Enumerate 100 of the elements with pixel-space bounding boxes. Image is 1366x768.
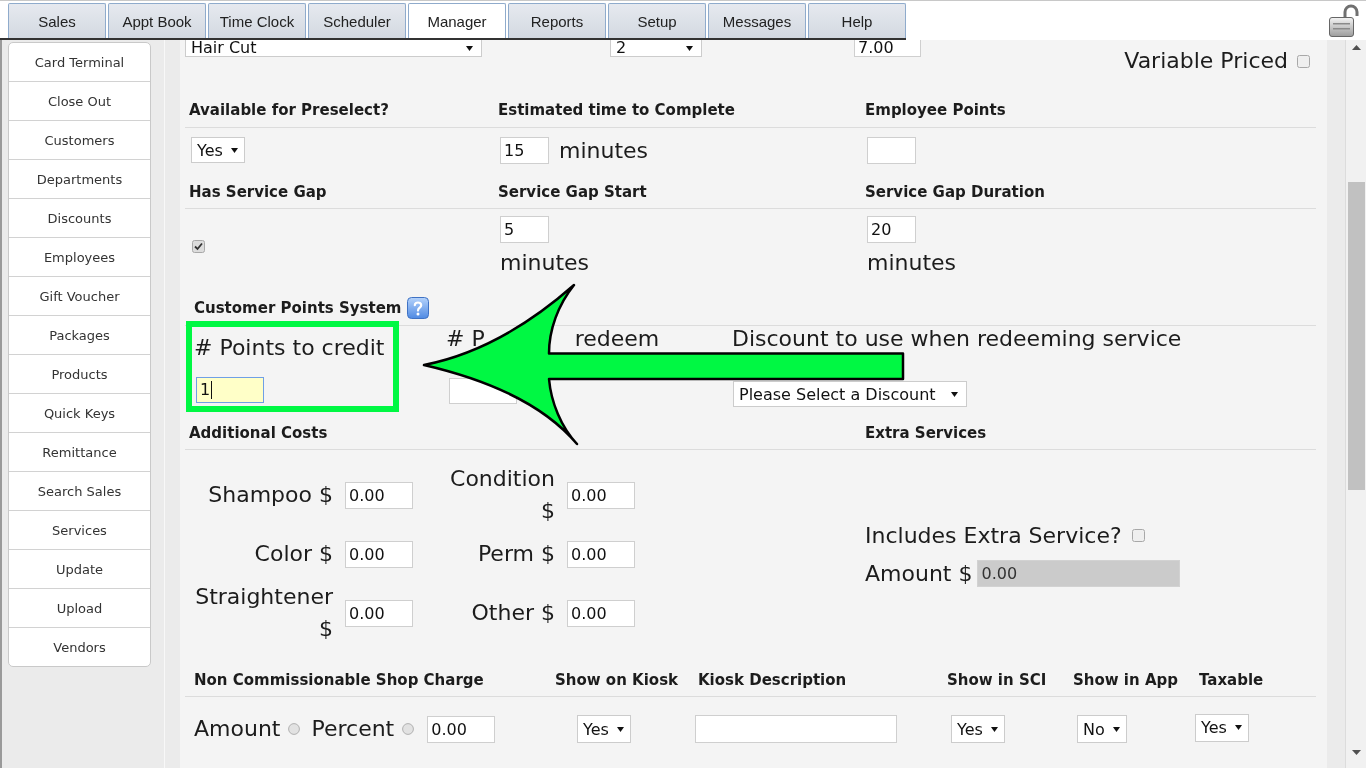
input-field[interactable] [867,137,916,164]
tab[interactable]: Time Clock [208,3,306,38]
input-field[interactable]: 5 [500,216,549,243]
input-field[interactable]: 0.00 [567,540,635,568]
section-heading: Customer Points System [194,298,402,319]
field-heading: Available for Preselect? [189,100,390,120]
field-heading: Service Gap Start [498,182,648,202]
input-field[interactable]: 0.00 [345,481,413,509]
input-field[interactable]: 1 [196,377,264,403]
text-cursor-icon [211,381,213,399]
field-label: # Points to credit [194,334,385,362]
field-label: Condition $ [449,465,555,525]
checkbox-label: Includes Extra Service? [865,521,1122,550]
sidebar-item[interactable]: Departments [9,159,150,198]
sidebar-item[interactable]: Discounts [9,198,150,237]
caret-icon [1112,726,1120,732]
input-field[interactable]: 0.00 [345,540,413,568]
scrollbar-thumb[interactable] [1347,182,1365,490]
section-heading: Extra Services [865,423,988,444]
sidebar-item[interactable]: Card Terminal [9,43,150,81]
column-heading: Show in SCI [947,670,1048,690]
tab[interactable]: Reports [508,3,606,38]
field-label: Shampoo $ [207,481,333,509]
caret-icon [616,726,624,732]
checkbox[interactable] [1297,54,1310,68]
field-label: Color $ [253,540,333,568]
input-field[interactable]: 0.00 [427,715,496,743]
input-field[interactable]: 0.00 [567,599,635,627]
sidebar-item[interactable]: Gift Voucher [9,276,150,315]
sidebar-item[interactable]: Upload [9,588,150,627]
tab[interactable]: Setup [608,3,706,38]
column-heading: Kiosk Description [698,670,848,690]
unit-label: minutes [867,249,957,277]
field-label: Perm $ [476,540,555,568]
radio-label: Amount [194,715,281,743]
caret-icon [466,45,473,51]
radio-label: Percent [311,715,395,743]
scrollbar[interactable] [1345,40,1366,768]
field-label: Other $ [470,599,555,627]
radio-button[interactable] [402,723,415,735]
sidebar-item[interactable]: Search Sales [9,471,150,510]
scroll-up-icon[interactable] [1351,45,1361,50]
dropdown[interactable]: 2 [610,40,702,57]
input-field[interactable] [695,715,897,743]
section-heading: Additional Costs [189,423,329,444]
sidebar-item[interactable]: Services [9,510,150,549]
caret-icon [230,147,238,153]
field-label: Amount $ [865,559,973,588]
dropdown[interactable]: Yes [951,715,1005,743]
scroll-down-icon[interactable] [1351,750,1361,755]
sidebar-item[interactable]: Vendors [9,627,150,666]
tab[interactable]: Scheduler [308,3,406,38]
column-heading: Show in App [1073,670,1179,690]
dropdown[interactable]: No [1077,715,1127,743]
sidebar-item[interactable]: Packages [9,315,150,354]
dropdown[interactable]: Yes [577,715,631,743]
sidebar-item[interactable]: Customers [9,120,150,159]
input-field[interactable]: 0.00 [345,599,413,627]
unit-label: minutes [500,249,590,277]
sidebar-item[interactable]: Quick Keys [9,393,150,432]
caret-icon [990,726,998,732]
tab[interactable]: Manager [408,3,506,38]
dropdown[interactable]: Yes [1195,713,1249,742]
tab[interactable]: Sales [8,3,106,38]
sidebar-item[interactable]: Update [9,549,150,588]
input-field[interactable]: 0.00 [567,481,635,509]
tab[interactable]: Messages [708,3,806,38]
padlock-icon[interactable] [1328,3,1360,38]
input-field[interactable]: 20 [867,216,916,243]
field-label: redeem [574,328,660,350]
column-heading: Taxable [1199,670,1265,690]
column-heading: Non Commissionable Shop Charge [194,670,485,690]
field-heading: Employee Points [865,100,1007,120]
dropdown[interactable]: Yes [191,137,245,163]
radio-button[interactable] [288,723,301,735]
unit-label: minutes [559,137,649,164]
field-label: Straightener $ [194,583,333,643]
column-heading: Show on Kiosk [555,670,680,690]
sidebar-item[interactable]: Products [9,354,150,393]
sidebar-item[interactable]: Close Out [9,81,150,120]
field-heading: Estimated time to Complete [498,100,736,120]
dropdown[interactable]: Hair Cut [185,40,482,57]
field-label: # P [446,328,485,350]
dropdown[interactable]: Please Select a Discount [733,381,967,407]
field-heading: Has Service Gap [189,182,328,202]
input-field[interactable]: 15 [500,137,549,164]
tab[interactable]: Appt Book [108,3,206,38]
sidebar-item[interactable]: Remittance [9,432,150,471]
checkbox[interactable] [1131,529,1145,542]
field-label: Discount to use when redeeming service [732,328,1182,350]
checkbox[interactable] [192,240,205,253]
caret-icon [1234,725,1242,730]
field-heading: Service Gap Duration [865,182,1046,202]
caret-icon [951,391,958,397]
caret-icon [686,45,693,51]
sidebar-item[interactable]: Employees [9,237,150,276]
checkbox-label: Variable Priced [1124,47,1288,75]
tab[interactable]: Help [808,3,906,38]
help-icon[interactable] [407,297,430,319]
input-field[interactable]: 7.00 [854,40,921,57]
